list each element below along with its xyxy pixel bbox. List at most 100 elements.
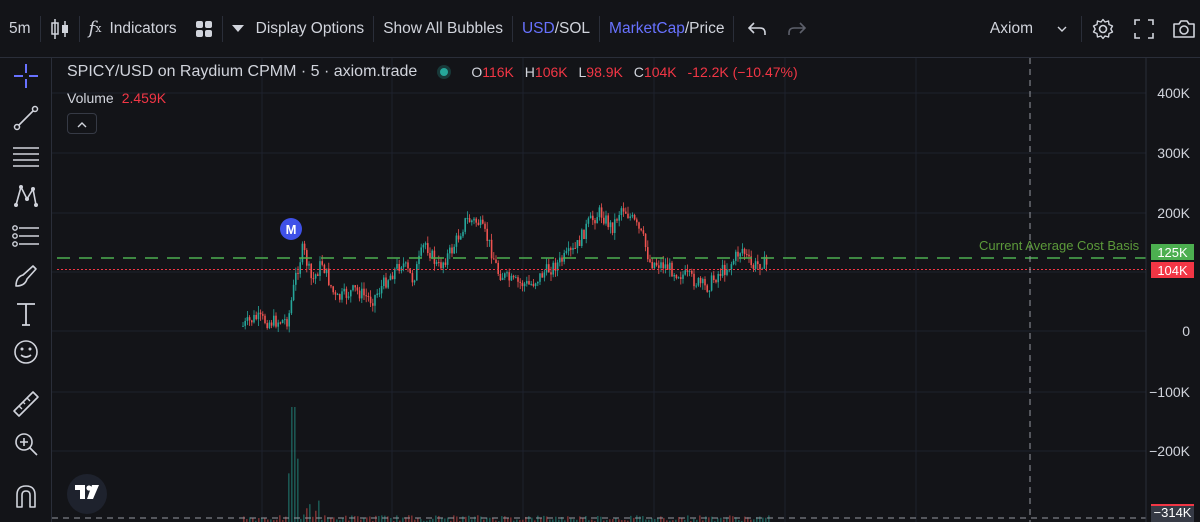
zoom-in-icon xyxy=(13,431,39,461)
magnet-tool[interactable] xyxy=(8,480,44,516)
chevron-down-icon xyxy=(1057,26,1067,32)
candle-body xyxy=(746,254,748,256)
volume-bar xyxy=(309,504,311,522)
candle-body xyxy=(266,323,268,329)
candle-body xyxy=(431,250,433,259)
redo-button[interactable] xyxy=(780,0,814,58)
candle-body xyxy=(422,244,425,248)
candle-body xyxy=(477,222,480,225)
fullscreen-button[interactable] xyxy=(1124,0,1164,58)
avg-cost-price-tag: 125K xyxy=(1151,244,1194,260)
brush-tool[interactable] xyxy=(8,260,44,296)
volume-bar xyxy=(699,515,701,522)
candle-body xyxy=(631,214,634,217)
text-tool[interactable] xyxy=(8,298,44,334)
candle-body xyxy=(638,222,640,229)
volume-bar xyxy=(543,515,545,522)
volume-bar xyxy=(705,516,707,522)
price-chart[interactable]: M xyxy=(52,58,1200,522)
volume-bar xyxy=(528,516,530,522)
settings-button[interactable] xyxy=(1082,0,1124,58)
candle-body xyxy=(301,243,304,263)
candle-body xyxy=(757,261,759,265)
ruler-tool[interactable] xyxy=(8,388,44,424)
candle-body xyxy=(664,264,667,269)
candle-body xyxy=(713,275,715,281)
candle-body xyxy=(561,257,563,262)
candle-body xyxy=(565,251,568,253)
candle-body xyxy=(611,222,614,233)
high-label: H xyxy=(524,64,535,80)
volume-bar xyxy=(384,515,386,522)
volume-bar xyxy=(597,516,599,522)
candle-body xyxy=(669,262,671,270)
volume-legend: Volume 2.459K xyxy=(67,90,166,106)
trendline-tool[interactable] xyxy=(8,102,44,138)
undo-button[interactable] xyxy=(734,0,780,58)
display-options-button[interactable]: Display Options xyxy=(223,0,374,58)
horizontal-lines-tool[interactable] xyxy=(8,140,44,176)
templates-button[interactable] xyxy=(186,0,222,58)
show-all-bubbles-button[interactable]: Show All Bubbles xyxy=(374,0,512,58)
fib-tool[interactable] xyxy=(8,220,44,256)
screenshot-button[interactable] xyxy=(1164,0,1200,58)
templates-icon xyxy=(195,20,213,38)
candle-body xyxy=(528,281,530,285)
candle-body xyxy=(636,219,638,223)
indicators-label: Indicators xyxy=(109,19,177,37)
candle-body xyxy=(354,285,356,288)
tradingview-logo[interactable] xyxy=(67,474,107,514)
horizontal-lines-icon xyxy=(12,143,40,173)
candle-body xyxy=(620,208,623,216)
layout-selector[interactable]: Axiom xyxy=(981,0,1081,58)
chart-type-button[interactable] xyxy=(41,0,79,58)
candle-body xyxy=(468,218,471,223)
candle-body xyxy=(539,273,541,282)
candle-body xyxy=(618,215,620,221)
candle-body xyxy=(248,317,251,321)
candle-body xyxy=(697,277,700,286)
volume-bar xyxy=(333,517,335,522)
candle-body xyxy=(649,259,651,263)
candle-body xyxy=(526,281,528,284)
candle-body xyxy=(457,235,460,240)
volume-bar xyxy=(600,516,602,522)
candle-body xyxy=(297,272,299,274)
candle-body xyxy=(598,207,601,218)
metric-toggle[interactable]: MarketCap/Price xyxy=(600,0,733,58)
volume-bar xyxy=(324,515,326,522)
pattern-icon xyxy=(13,183,39,213)
pattern-tool[interactable] xyxy=(8,180,44,216)
emoji-tool[interactable] xyxy=(8,336,44,372)
volume-bar xyxy=(378,516,380,522)
timeframe-label: 5m xyxy=(9,19,31,37)
candle-body xyxy=(534,283,537,286)
candle-body xyxy=(741,248,744,254)
zoom-in-tool[interactable] xyxy=(8,428,44,464)
candle-body xyxy=(378,293,381,295)
crosshair-tool[interactable] xyxy=(8,60,44,96)
brush-icon xyxy=(13,263,39,293)
text-icon xyxy=(14,301,38,331)
indicators-button[interactable]: fx Indicators xyxy=(80,0,186,58)
currency-toggle[interactable]: USD/SOL xyxy=(513,0,599,58)
timeframe-selector[interactable]: 5m xyxy=(0,0,40,58)
volume-bar xyxy=(474,516,476,522)
candle-body xyxy=(743,248,746,255)
volume-bar xyxy=(510,517,512,522)
volume-bar xyxy=(711,516,713,522)
candle-body xyxy=(438,262,440,264)
candle-body xyxy=(583,229,585,239)
candle-body xyxy=(486,228,488,241)
candle-body xyxy=(264,315,266,324)
volume-bar xyxy=(636,515,638,522)
volume-bar xyxy=(417,517,419,522)
candle-body xyxy=(391,275,394,280)
candle-body xyxy=(259,312,262,315)
volume-bar xyxy=(759,516,761,522)
volume-bar xyxy=(732,516,734,522)
candle-body xyxy=(552,262,554,275)
volume-bar xyxy=(402,517,404,522)
collapse-legend-button[interactable] xyxy=(67,113,97,134)
volume-bar xyxy=(369,516,371,522)
